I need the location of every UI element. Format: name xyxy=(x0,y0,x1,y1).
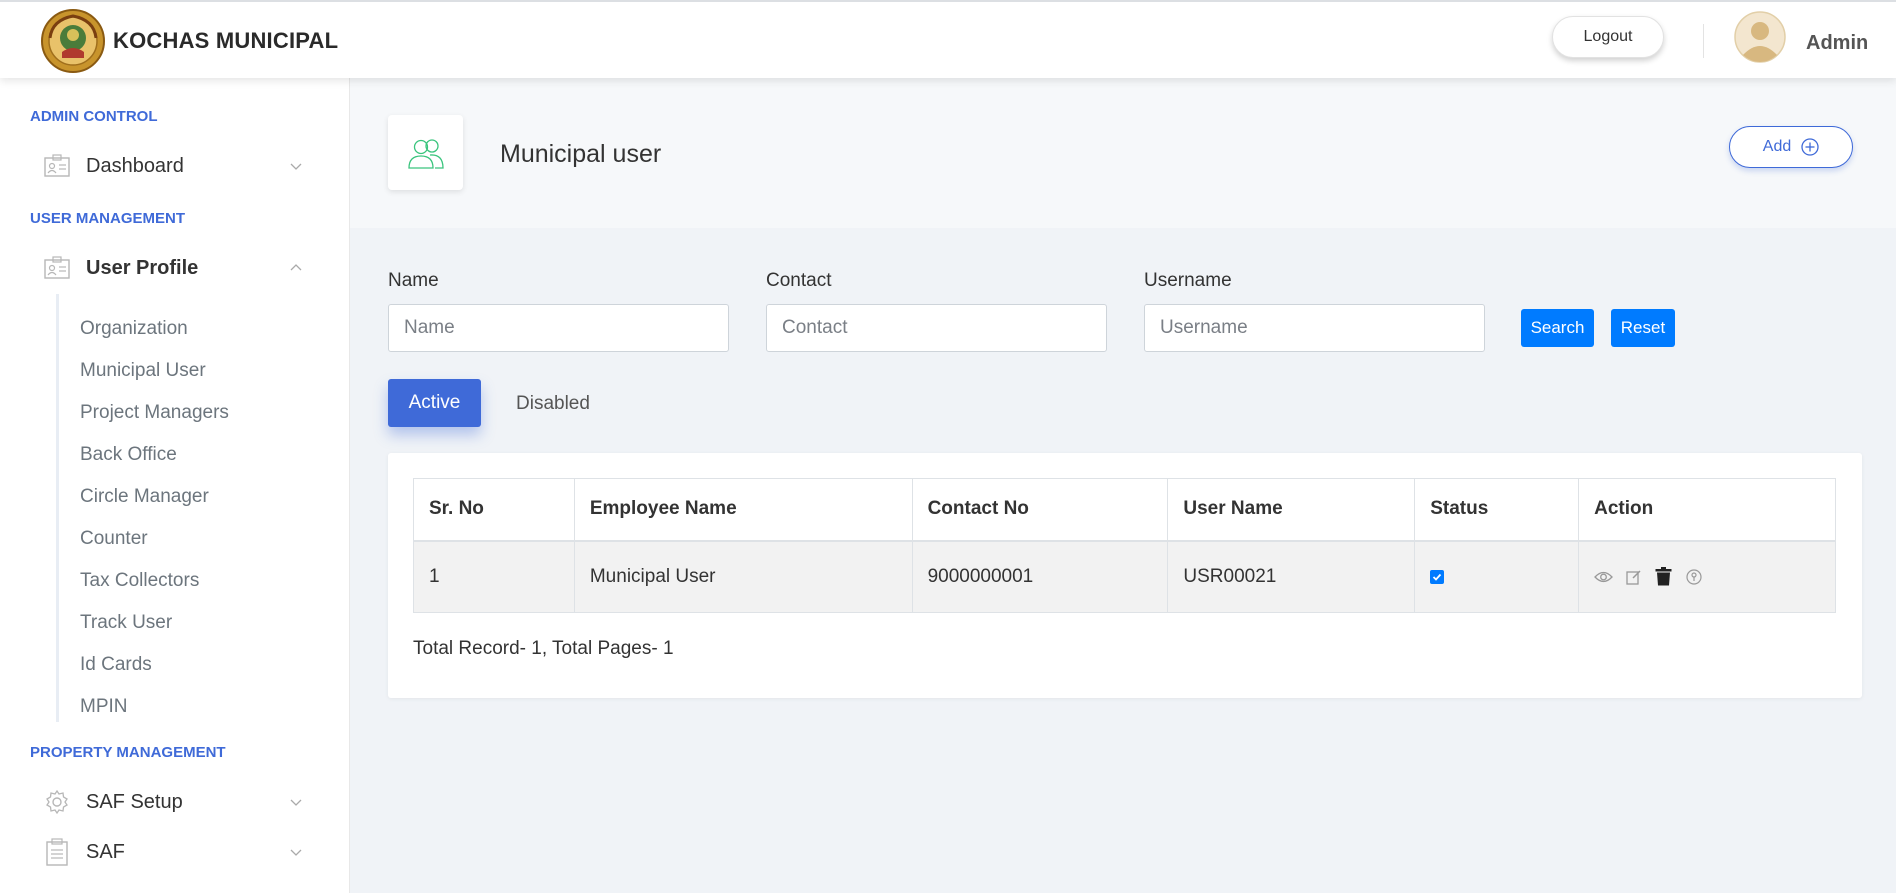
column-header: Sr. No xyxy=(413,478,575,542)
cell-contact-no: 9000000001 xyxy=(911,540,1169,613)
users-table: Sr. No Employee Name Contact No User Nam… xyxy=(413,478,1836,613)
column-header: Status xyxy=(1414,478,1580,542)
sidebar-item-mpin[interactable]: MPIN xyxy=(80,696,128,718)
sidebar-item-track-user[interactable]: Track User xyxy=(80,612,172,634)
chevron-down-icon xyxy=(290,163,302,170)
brand-name: KOCHAS MUNICIPAL xyxy=(113,28,339,53)
sidebar-item-dashboard[interactable]: Dashboard xyxy=(30,148,310,184)
sidebar-item-label: SAF Setup xyxy=(86,790,183,813)
clipboard-icon xyxy=(43,838,71,866)
municipal-logo xyxy=(41,9,105,73)
sidebar-item-organization[interactable]: Organization xyxy=(80,318,188,340)
sidebar-item-circle-manager[interactable]: Circle Manager xyxy=(80,486,209,508)
users-icon xyxy=(407,138,444,169)
trash-icon[interactable] xyxy=(1654,567,1673,586)
column-header: Contact No xyxy=(911,478,1169,542)
chevron-down-icon xyxy=(290,849,302,856)
id-card-icon xyxy=(43,254,71,282)
username-input[interactable] xyxy=(1144,304,1485,352)
cell-status xyxy=(1414,540,1580,613)
username-label: Username xyxy=(1144,270,1232,291)
cell-employee-name: Municipal User xyxy=(573,540,913,613)
sidebar-item-counter[interactable]: Counter xyxy=(80,528,148,550)
add-button-label: Add xyxy=(1762,138,1792,155)
plus-circle-icon xyxy=(1801,138,1819,156)
tab-disabled[interactable]: Disabled xyxy=(516,393,590,415)
cell-user-name: USR00021 xyxy=(1167,540,1416,613)
table-header-row: Sr. No Employee Name Contact No User Nam… xyxy=(413,478,1836,542)
section-user-management: USER MANAGEMENT xyxy=(30,210,186,227)
page-title: Municipal user xyxy=(500,140,662,168)
sidebar: ADMIN CONTROL Dashboard USER MANAGEMENT … xyxy=(0,78,350,893)
sidebar-item-municipal-user[interactable]: Municipal User xyxy=(80,360,206,382)
sidebar-item-project-managers[interactable]: Project Managers xyxy=(80,402,229,424)
column-header: Employee Name xyxy=(573,478,913,542)
users-table-card: Sr. No Employee Name Contact No User Nam… xyxy=(388,453,1862,698)
cell-action xyxy=(1578,540,1836,613)
sidebar-item-back-office[interactable]: Back Office xyxy=(80,444,177,466)
id-card-icon xyxy=(43,152,71,180)
section-property-management: PROPERTY MANAGEMENT xyxy=(30,744,226,761)
sidebar-item-tax-collectors[interactable]: Tax Collectors xyxy=(80,570,199,592)
sidebar-item-label: User Profile xyxy=(86,256,199,279)
eye-icon[interactable] xyxy=(1594,567,1614,586)
table-row: 1 Municipal User 9000000001 USR00021 xyxy=(413,540,1836,613)
reset-button[interactable]: Reset xyxy=(1611,309,1675,347)
key-icon[interactable] xyxy=(1684,567,1703,586)
top-header: KOCHAS MUNICIPAL Logout Admin xyxy=(0,0,1896,78)
tab-active[interactable]: Active xyxy=(388,379,481,427)
user-name: Admin xyxy=(1806,32,1869,54)
name-label: Name xyxy=(388,270,439,291)
name-input[interactable] xyxy=(388,304,729,352)
cell-sr-no: 1 xyxy=(413,540,575,613)
sidebar-item-label: SAF xyxy=(86,840,125,863)
add-button[interactable]: Add xyxy=(1729,126,1853,168)
contact-label: Contact xyxy=(766,270,832,291)
logout-button[interactable]: Logout xyxy=(1552,16,1664,58)
sidebar-item-user-profile[interactable]: User Profile xyxy=(30,250,310,286)
submenu-guide-line xyxy=(56,294,59,722)
page-header-icon-box xyxy=(388,115,463,190)
column-header: Action xyxy=(1578,478,1836,542)
pagination-summary: Total Record- 1, Total Pages- 1 xyxy=(413,638,674,659)
chevron-down-icon xyxy=(290,799,302,806)
sidebar-item-id-cards[interactable]: Id Cards xyxy=(80,654,152,676)
sidebar-item-label: Dashboard xyxy=(86,154,184,177)
column-header: User Name xyxy=(1167,478,1416,542)
status-checkbox[interactable] xyxy=(1430,569,1445,584)
chevron-up-icon xyxy=(290,264,302,271)
search-button[interactable]: Search xyxy=(1521,309,1594,347)
sidebar-item-saf-setup[interactable]: SAF Setup xyxy=(30,784,310,820)
gear-icon xyxy=(43,788,71,816)
edit-icon[interactable] xyxy=(1624,567,1643,586)
section-admin-control: ADMIN CONTROL xyxy=(30,108,158,125)
header-divider xyxy=(1703,24,1704,58)
contact-input[interactable] xyxy=(766,304,1107,352)
sidebar-item-saf[interactable]: SAF xyxy=(30,834,310,870)
avatar[interactable] xyxy=(1734,11,1786,63)
